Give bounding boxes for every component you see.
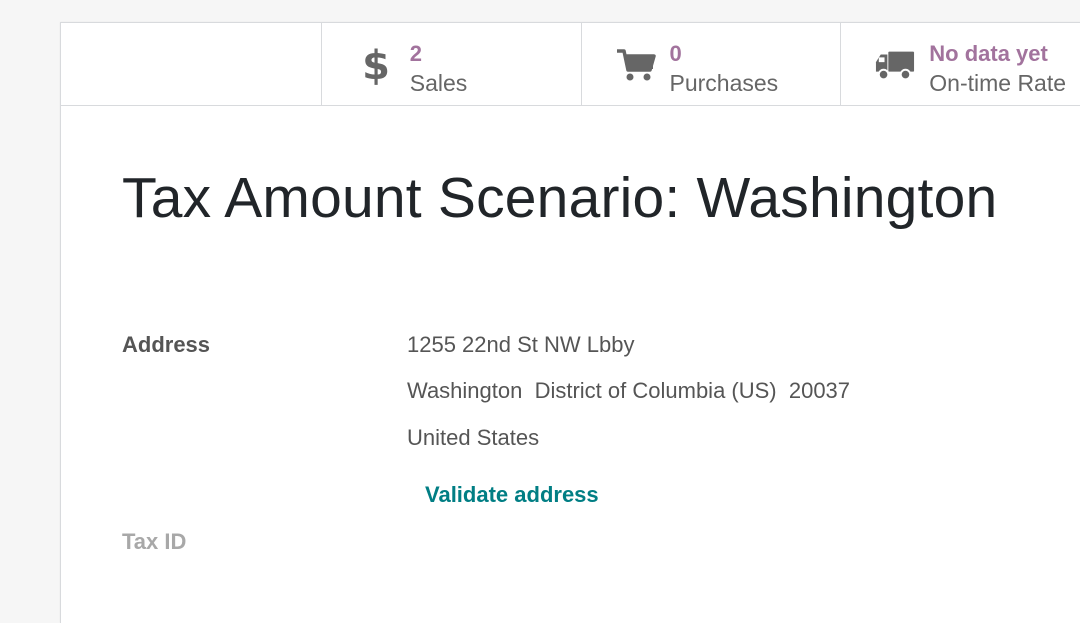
on-time-rate-smart-button[interactable]: No data yet On-time Rate bbox=[841, 23, 1080, 105]
on-time-rate-value: No data yet bbox=[929, 41, 1048, 66]
purchases-label: Purchases bbox=[669, 70, 779, 96]
address-label: Address bbox=[122, 332, 211, 357]
purchases-count: 0 bbox=[669, 41, 682, 66]
partner-name-title[interactable]: Tax Amount Scenario: Washington bbox=[122, 165, 997, 231]
shopping-cart-icon bbox=[616, 47, 656, 83]
tax-id-label: Tax ID bbox=[122, 529, 187, 554]
address-country[interactable]: United States bbox=[407, 425, 539, 451]
smart-button-box: $ 2 Sales 0 Purchases No data yet On-tim… bbox=[61, 23, 1080, 106]
button-box-spacer bbox=[61, 23, 322, 105]
sales-smart-button[interactable]: $ 2 Sales bbox=[322, 23, 582, 105]
dollar-icon: $ bbox=[356, 45, 396, 85]
sales-count: 2 bbox=[409, 41, 422, 66]
validate-address-button[interactable]: Validate address bbox=[425, 482, 599, 508]
address-street[interactable]: 1255 22nd St NW Lbby bbox=[407, 332, 634, 358]
truck-icon bbox=[875, 47, 915, 83]
address-city-line[interactable]: Washington District of Columbia (US) 200… bbox=[407, 378, 850, 404]
purchases-smart-button[interactable]: 0 Purchases bbox=[582, 23, 842, 105]
svg-text:$: $ bbox=[363, 45, 389, 85]
partner-form-sheet: $ 2 Sales 0 Purchases No data yet On-tim… bbox=[60, 22, 1080, 623]
on-time-rate-label: On-time Rate bbox=[929, 70, 1067, 96]
sales-label: Sales bbox=[409, 70, 468, 96]
